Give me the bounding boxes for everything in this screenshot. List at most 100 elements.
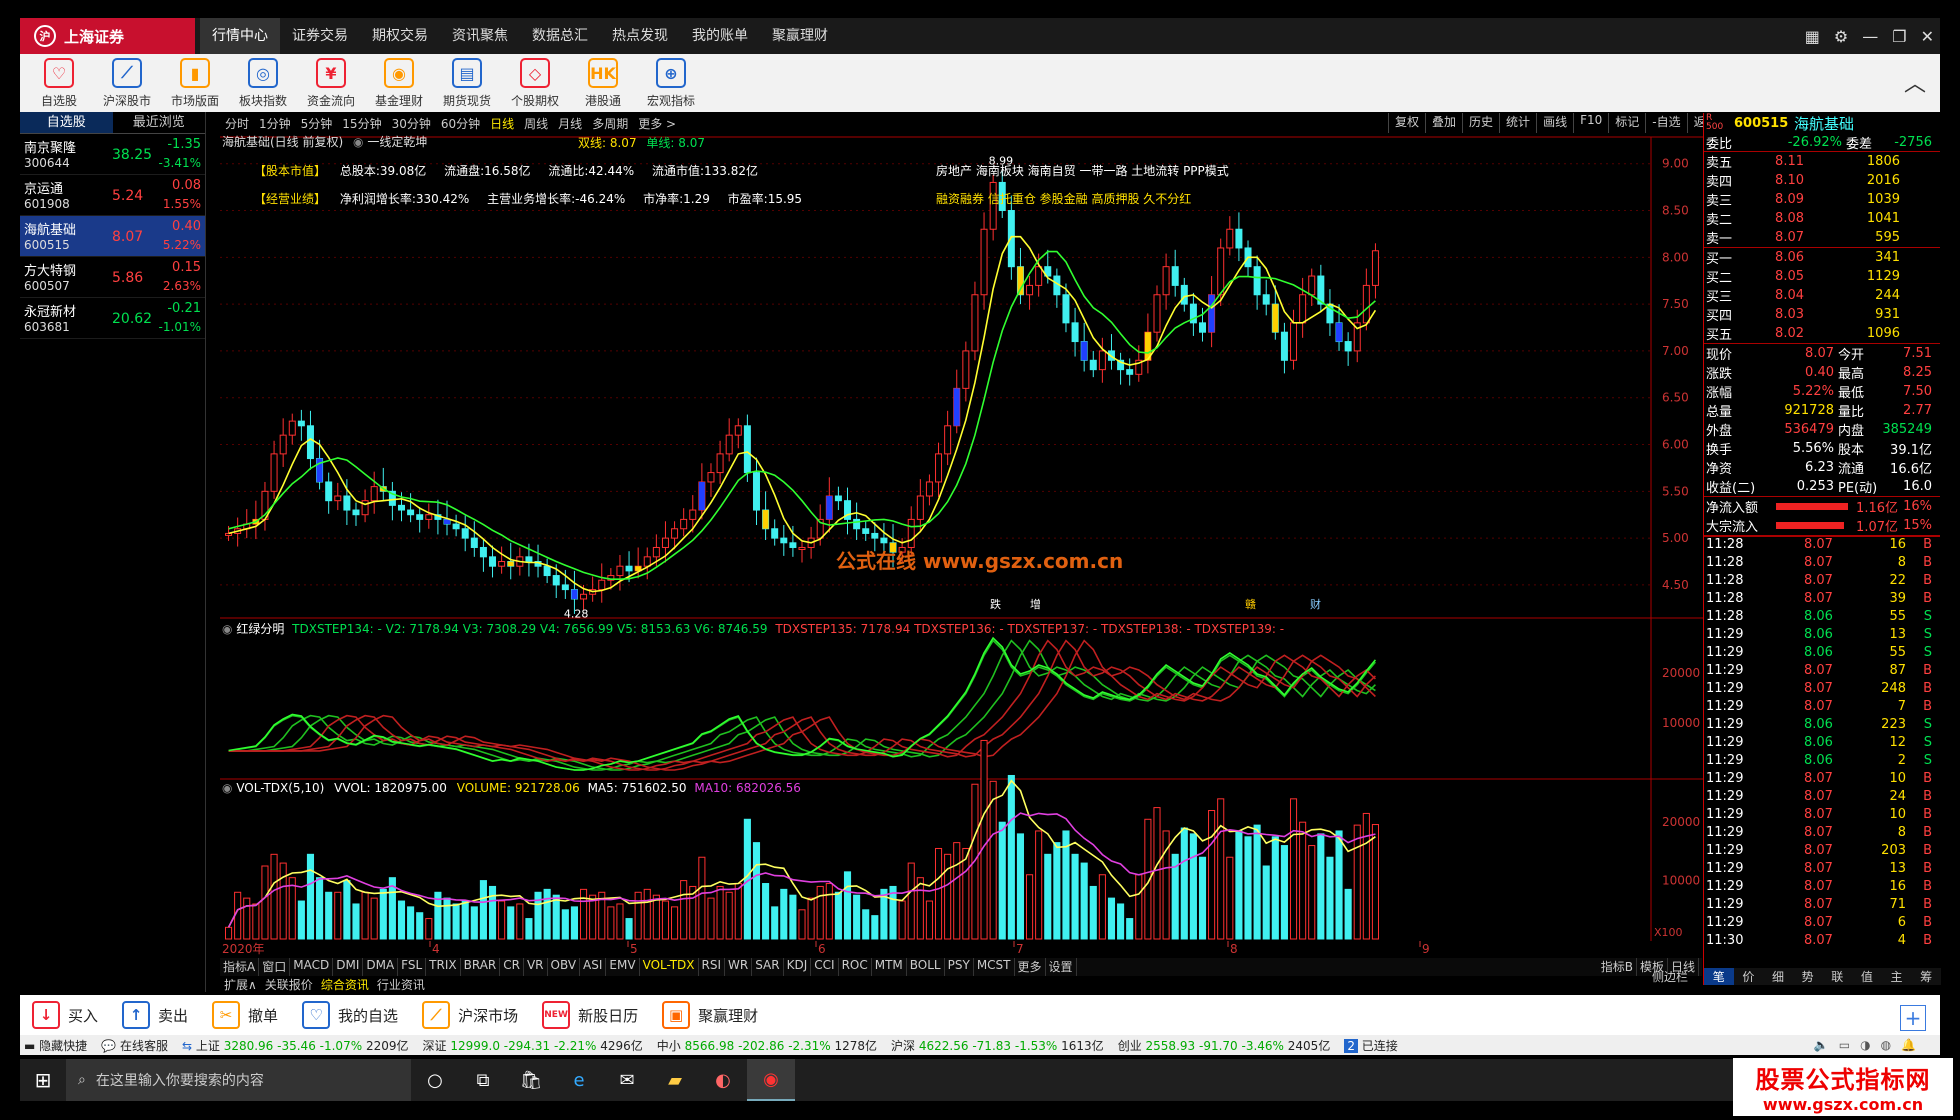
topnav-item[interactable]: 聚赢理财 — [760, 18, 840, 54]
action-button[interactable]: ⟋ 沪深市场 — [422, 1001, 518, 1029]
indicator-tab[interactable]: PSY — [945, 958, 974, 976]
toolbar-button[interactable]: HK 港股通 — [572, 56, 634, 112]
indicator-tab[interactable]: 窗口 — [259, 958, 291, 976]
period-tab[interactable]: 60分钟 — [436, 115, 485, 132]
action-button[interactable]: NEW 新股日历 — [542, 1001, 638, 1029]
tab-watchlist[interactable]: 自选股 — [20, 112, 113, 133]
app-icon[interactable]: ◐ — [699, 1059, 747, 1101]
topnav-item[interactable]: 证券交易 — [280, 18, 360, 54]
indicator-tab[interactable]: VOL-TDX — [640, 958, 699, 976]
indicator-tab[interactable]: 指标B — [1598, 958, 1637, 976]
task-view-icon[interactable]: ⧉ — [459, 1059, 507, 1101]
period-tab[interactable]: 多周期 — [587, 115, 633, 132]
collapse-chevron-icon[interactable]: ︿ — [1904, 66, 1926, 98]
watchlist-row[interactable]: 南京聚隆 300644 38.25 -1.35 -3.41% — [20, 134, 205, 175]
topnav-item[interactable]: 数据总汇 — [520, 18, 600, 54]
store-icon[interactable]: 🛍 — [507, 1059, 555, 1101]
indicator-tab[interactable]: MCST — [974, 958, 1015, 976]
mail-icon[interactable]: ✉ — [603, 1059, 651, 1101]
watchlist-row[interactable]: 京运通 601908 5.24 0.08 1.55% — [20, 175, 205, 216]
toolbar-button[interactable]: ◇ 个股期权 — [504, 56, 566, 112]
period-tab[interactable]: 月线 — [553, 115, 587, 132]
sidebar-toggle[interactable]: 侧边栏 — [1652, 968, 1688, 985]
quote-tab[interactable]: 价 — [1734, 968, 1764, 985]
period-tab[interactable]: 分时 — [220, 115, 254, 132]
edge-icon[interactable]: e — [555, 1059, 603, 1101]
chart-button[interactable]: 叠加 — [1425, 113, 1462, 133]
topnav-item[interactable]: 期权交易 — [360, 18, 440, 54]
quote-tab[interactable]: 值 — [1852, 968, 1882, 985]
info-tab[interactable]: 综合资讯 — [317, 976, 373, 993]
toolbar-button[interactable]: ⊕ 宏观指标 — [640, 56, 702, 112]
topnav-item[interactable]: 行情中心 — [200, 18, 280, 54]
indicator-tab[interactable]: BRAR — [461, 958, 501, 976]
quote-tab[interactable]: 筹 — [1911, 968, 1941, 985]
indicator-tab[interactable]: MTM — [872, 958, 907, 976]
chart-button[interactable]: 复权 — [1388, 113, 1425, 133]
restore-icon[interactable]: ❐ — [1892, 27, 1906, 46]
toolbar-button[interactable]: ◎ 板块指数 — [232, 56, 294, 112]
minimize-icon[interactable]: — — [1862, 27, 1878, 46]
period-tab[interactable]: 5分钟 — [296, 115, 338, 132]
period-tab[interactable]: 更多 > — [633, 115, 681, 132]
indicator-tab[interactable]: 更多 — [1015, 958, 1046, 976]
action-button[interactable]: ✂ 撤单 — [212, 1001, 278, 1029]
watchlist-row[interactable]: 方大特钢 600507 5.86 0.15 2.63% — [20, 257, 205, 298]
toolbar-button[interactable]: ◉ 基金理财 — [368, 56, 430, 112]
indicator-tab[interactable]: TRIX — [426, 958, 461, 976]
chart-button[interactable]: F10 — [1573, 113, 1608, 133]
info-tab[interactable]: 扩展∧ — [220, 976, 261, 993]
indicator-tab[interactable]: MACD — [290, 958, 334, 976]
watchlist-row[interactable]: 海航基础 600515 8.07 0.40 5.22% — [20, 216, 205, 257]
indicator-tab[interactable]: RSI — [699, 958, 726, 976]
indicator-tab[interactable]: ASI — [580, 958, 607, 976]
toolbar-button[interactable]: ♡ 自选股 — [28, 56, 90, 112]
chart-button[interactable]: 统计 — [1499, 113, 1536, 133]
layout-icon[interactable]: ▦ — [1805, 27, 1820, 46]
toolbar-button[interactable]: ▤ 期货现货 — [436, 56, 498, 112]
quote-tab[interactable]: 细 — [1763, 968, 1793, 985]
toolbar-button[interactable]: ⟋ 沪深股市 — [96, 56, 158, 112]
kline-chart[interactable]: 9.00 8.50 8.00 7.50 7.00 6.50 6.00 5.50 5.00 4.50… — [220, 133, 1704, 956]
tab-recent[interactable]: 最近浏览 — [113, 112, 206, 133]
action-button[interactable]: ↑ 卖出 — [122, 1001, 188, 1029]
watchlist-row[interactable]: 永冠新材 603681 20.62 -0.21 -1.01% — [20, 298, 205, 339]
indicator-tab[interactable]: VR — [524, 958, 548, 976]
gear-icon[interactable]: ⚙ — [1834, 27, 1848, 46]
action-button[interactable]: ▣ 聚赢理财 — [662, 1001, 758, 1029]
online-service[interactable]: 💬 在线客服 — [101, 1037, 168, 1054]
cortana-icon[interactable]: ○ — [411, 1059, 459, 1101]
indicator-tab[interactable]: OBV — [548, 958, 581, 976]
chart-area[interactable]: 9.00 8.50 8.00 7.50 7.00 6.50 6.00 5.50 5.00 4.50… — [220, 133, 1704, 956]
trading-app-icon[interactable]: ◉ — [747, 1059, 795, 1101]
quote-tab[interactable]: 联 — [1823, 968, 1853, 985]
topnav-item[interactable]: 资讯聚焦 — [440, 18, 520, 54]
chart-button[interactable]: 历史 — [1462, 113, 1499, 133]
indicator-tab[interactable]: KDJ — [784, 958, 812, 976]
action-button[interactable]: ↓ 买入 — [32, 1001, 98, 1029]
taskbar-search[interactable]: ⌕ 在这里输入你要搜索的内容 — [66, 1059, 411, 1101]
indicator-tab[interactable]: CR — [500, 958, 524, 976]
quote-tab[interactable]: 笔 — [1704, 968, 1734, 985]
info-tab[interactable]: 行业资讯 — [373, 976, 429, 993]
indicator-tab[interactable]: SAR — [752, 958, 784, 976]
hide-shortcuts[interactable]: ▬ 隐藏快捷 — [24, 1037, 87, 1054]
add-icon[interactable]: + — [1900, 1005, 1926, 1031]
indicator-tab[interactable]: ROC — [839, 958, 872, 976]
windows-start-icon[interactable]: ⊞ — [20, 1059, 66, 1101]
toolbar-button[interactable]: ▮ 市场版面 — [164, 56, 226, 112]
folder-icon[interactable]: ▰ — [651, 1059, 699, 1101]
period-tab[interactable]: 1分钟 — [254, 115, 296, 132]
chart-button[interactable]: 标记 — [1608, 113, 1645, 133]
action-button[interactable]: ♡ 我的自选 — [302, 1001, 398, 1029]
close-icon[interactable]: ✕ — [1921, 27, 1934, 46]
quote-tab[interactable]: 主 — [1882, 968, 1912, 985]
indicator-tab[interactable]: 设置 — [1046, 958, 1077, 976]
indicator-tab[interactable]: CCI — [811, 958, 839, 976]
period-tab[interactable]: 30分钟 — [387, 115, 436, 132]
topnav-item[interactable]: 热点发现 — [600, 18, 680, 54]
period-tab[interactable]: 日线 — [485, 115, 519, 132]
indicator-tab[interactable]: FSL — [398, 958, 427, 976]
toolbar-button[interactable]: ¥ 资金流向 — [300, 56, 362, 112]
indicator-tab[interactable]: DMI — [333, 958, 364, 976]
